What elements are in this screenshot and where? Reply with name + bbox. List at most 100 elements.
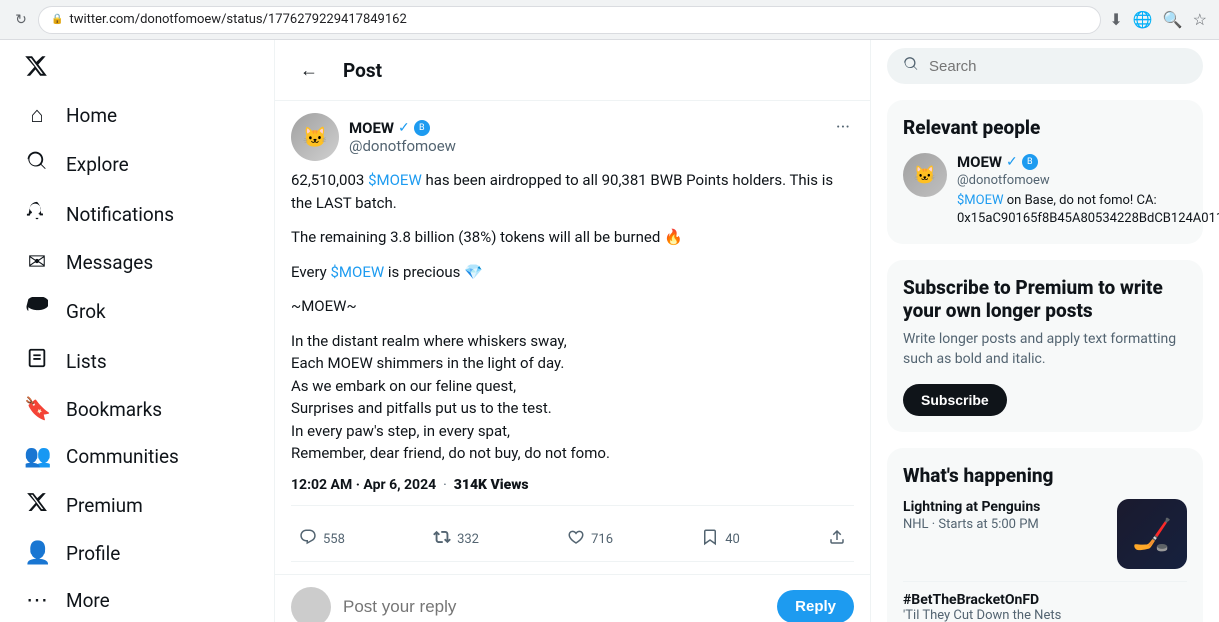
subscribe-button[interactable]: Subscribe [903,384,1007,416]
reply-area: Reply [275,575,870,622]
browser-bar: ↻ 🔒 twitter.com/donotfomoew/status/17762… [0,0,1219,40]
sidebar-item-messages[interactable]: ✉ Messages [12,240,262,285]
tweet-more-button[interactable]: ··· [832,113,854,142]
sidebar-item-label-communities: Communities [66,445,179,468]
relevant-people-title: Relevant people [903,116,1187,139]
subscribe-description: Write longer posts and apply text format… [903,330,1187,369]
subscribe-title: Subscribe to Premium to write your own l… [903,276,1187,322]
communities-icon: 👥 [24,444,50,469]
more-icon: ⋯ [24,588,50,613]
tweet-author-info: 🐱 MOEW ✓ B @donotfomoew [291,113,456,161]
verified-badge: ✓ [398,120,410,136]
url-text: twitter.com/donotfomoew/status/177627922… [69,12,406,27]
subscribe-section: Subscribe to Premium to write your own l… [887,260,1203,431]
sidebar-item-label-home: Home [66,104,117,127]
hockey-player-icon: 🏒 [1132,515,1172,553]
sidebar-item-label-explore: Explore [66,153,129,176]
sidebar-item-explore[interactable]: Explore [12,140,262,188]
lists-icon [24,347,50,375]
tweet-author-row: 🐱 MOEW ✓ B @donotfomoew ··· [291,113,854,161]
rp-verified: ✓ [1006,154,1018,170]
lock-icon: 🔒 [51,14,63,25]
wh-event-info: Lightning at Penguins NHL · Starts at 5:… [903,499,1107,540]
comment-icon [299,528,317,551]
wh-event-image: 🏒 [1117,499,1187,569]
notifications-icon [24,200,50,228]
back-button[interactable]: ← [291,52,327,88]
download-icon[interactable]: ⬇ [1109,10,1122,29]
translate-icon[interactable]: 🌐 [1133,10,1153,29]
search-bar[interactable] [887,48,1203,84]
like-icon [567,528,585,551]
tweet-body: 62,510,003 $MOEW has been airdropped to … [291,169,854,465]
sidebar-item-lists[interactable]: Lists [12,337,262,385]
rp-bio: $MOEW on Base, do not fomo! CA: 0x15aC90… [957,192,1219,228]
wh-event-meta: NHL · Starts at 5:00 PM [903,517,1107,532]
rp-name-row: MOEW ✓ B [957,153,1219,171]
search-page-icon[interactable]: 🔍 [1163,10,1183,29]
retweet-count: 332 [457,532,479,547]
author-name: MOEW [349,119,394,137]
moew-link-1[interactable]: $MOEW [368,171,422,189]
bookmark-button[interactable]: 40 [693,522,748,557]
like-button[interactable]: 716 [559,522,621,557]
author-name-row: MOEW ✓ B [349,119,456,137]
reply-button[interactable]: Reply [777,590,854,622]
relevant-person: 🐱 MOEW ✓ B @donotfomoew $MOEW on Base, d… [903,153,1187,228]
left-sidebar: ⌂ Home Explore Notifications ✉ Messages … [0,40,275,622]
crypto-badge: B [414,120,430,136]
right-sidebar: Relevant people 🐱 MOEW ✓ B @donotfomoew … [871,40,1219,622]
moew-link-2[interactable]: $MOEW [331,263,385,281]
sidebar-item-communities[interactable]: 👥 Communities [12,434,262,479]
rp-handle: @donotfomoew [957,173,1219,188]
bookmarks-icon: 🔖 [24,397,50,422]
sidebar-item-label-messages: Messages [66,251,153,274]
sidebar-item-profile[interactable]: 👤 Profile [12,531,262,576]
share-button[interactable] [820,522,854,557]
sidebar-item-bookmarks[interactable]: 🔖 Bookmarks [12,387,262,432]
sidebar-item-home[interactable]: ⌂ Home [12,92,262,138]
sidebar-item-more[interactable]: ⋯ More [12,578,262,622]
author-handle: @donotfomoew [349,137,456,155]
url-bar[interactable]: 🔒 twitter.com/donotfomoew/status/1776279… [38,6,1101,34]
tweet-actions: 558 332 716 [291,518,854,562]
wh-event-item[interactable]: Lightning at Penguins NHL · Starts at 5:… [903,499,1187,569]
sidebar-item-grok[interactable]: Grok [12,287,262,335]
wh-trending-tag: #BetTheBracketOnFD [903,592,1187,608]
share-icon [828,528,846,551]
relevant-person-avatar[interactable]: 🐱 [903,153,947,197]
sidebar-item-premium[interactable]: Premium [12,481,262,529]
comment-button[interactable]: 558 [291,522,353,557]
avatar-image: 🐱 [291,113,339,161]
sidebar-item-label-notifications: Notifications [66,203,174,226]
refresh-button[interactable]: ↻ [12,11,30,29]
relevant-people-section: Relevant people 🐱 MOEW ✓ B @donotfomoew … [887,100,1203,244]
retweet-button[interactable]: 332 [425,522,487,557]
grok-icon [24,297,50,325]
tweet-meta: 12:02 AM · Apr 6, 2024 · 314K Views [291,477,854,506]
profile-icon: 👤 [24,541,50,566]
search-input[interactable] [929,58,1187,75]
whats-happening-title: What's happening [903,464,1187,487]
wh-trending[interactable]: #BetTheBracketOnFD 'Til They Cut Down th… [903,581,1187,622]
premium-icon [24,491,50,519]
rp-bio-link[interactable]: $MOEW [957,193,1004,208]
bookmark-browser-icon[interactable]: ☆ [1193,10,1207,29]
bookmark-icon [701,528,719,551]
like-count: 716 [591,532,613,547]
tweet-author-avatar[interactable]: 🐱 [291,113,339,161]
main-layout: ⌂ Home Explore Notifications ✉ Messages … [0,40,1219,622]
twitter-logo[interactable] [12,44,60,88]
tweet-views: 314K Views [454,477,529,493]
explore-icon [24,150,50,178]
reply-input[interactable] [343,597,765,617]
author-details: MOEW ✓ B @donotfomoew [349,119,456,155]
sidebar-item-notifications[interactable]: Notifications [12,190,262,238]
center-content: ← Post 🐱 MOEW ✓ B @donotfomoe [275,40,871,622]
wh-event-title: Lightning at Penguins [903,499,1107,515]
retweet-icon [433,528,451,551]
sidebar-item-label-grok: Grok [66,300,106,323]
page-title: Post [343,59,382,82]
wh-trending-desc: 'Til They Cut Down the Nets [903,608,1187,622]
messages-icon: ✉ [24,250,50,275]
